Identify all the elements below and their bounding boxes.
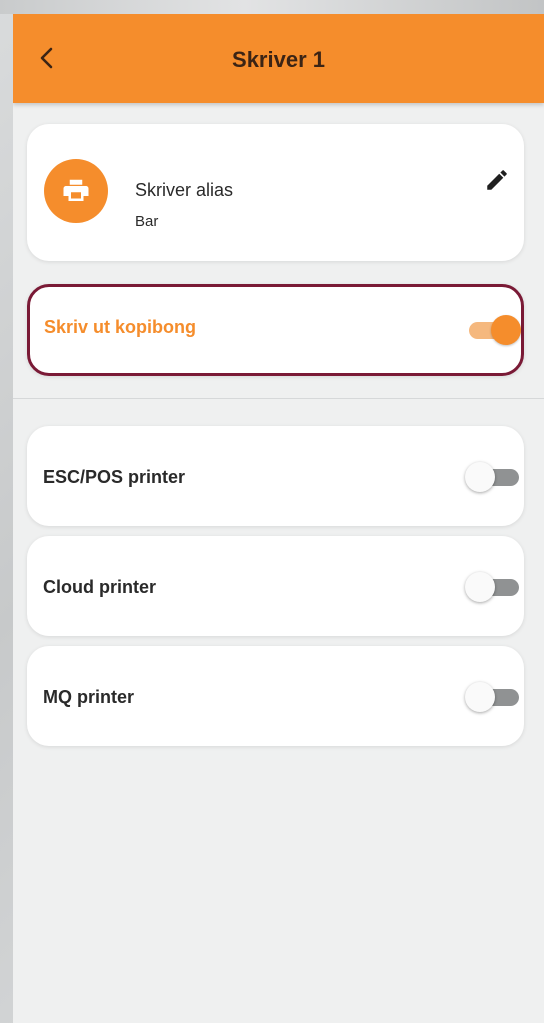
mq-printer-toggle[interactable] [465, 682, 519, 712]
app-bar: Skriver 1 [13, 14, 544, 103]
pencil-icon [487, 170, 507, 190]
toggle-knob [465, 572, 495, 602]
printer-option-escpos[interactable]: ESC/POS printer [27, 426, 524, 526]
printer-option-label: ESC/POS printer [43, 467, 186, 487]
toggle-knob [465, 682, 495, 712]
toggle-knob [465, 462, 495, 492]
printer-option-label: MQ printer [43, 687, 135, 707]
edit-alias-button[interactable] [479, 162, 515, 198]
background-strip [0, 0, 544, 14]
copy-receipt-label: Skriv ut kopibong [44, 317, 197, 337]
printer-alias-card: Skriver alias Bar [27, 124, 524, 261]
printer-avatar [44, 159, 108, 223]
printer-option-mq[interactable]: MQ printer [27, 646, 524, 746]
alias-title: Skriver alias [135, 180, 234, 200]
page-title: Skriver 1 [232, 47, 325, 72]
printer-icon [63, 179, 89, 201]
cloud-printer-toggle[interactable] [465, 572, 519, 602]
printer-option-label: Cloud printer [43, 577, 156, 597]
escpos-printer-toggle[interactable] [465, 462, 519, 492]
section-divider [13, 398, 544, 399]
app-screen: Skriver 1 Skriver alias Bar Skriv ut kop… [13, 14, 544, 1023]
printer-option-cloud[interactable]: Cloud printer [27, 536, 524, 636]
alias-value: Bar [135, 213, 159, 230]
toggle-knob [491, 315, 521, 345]
copy-receipt-toggle[interactable] [467, 315, 521, 345]
copy-receipt-row[interactable]: Skriv ut kopibong [27, 284, 524, 376]
